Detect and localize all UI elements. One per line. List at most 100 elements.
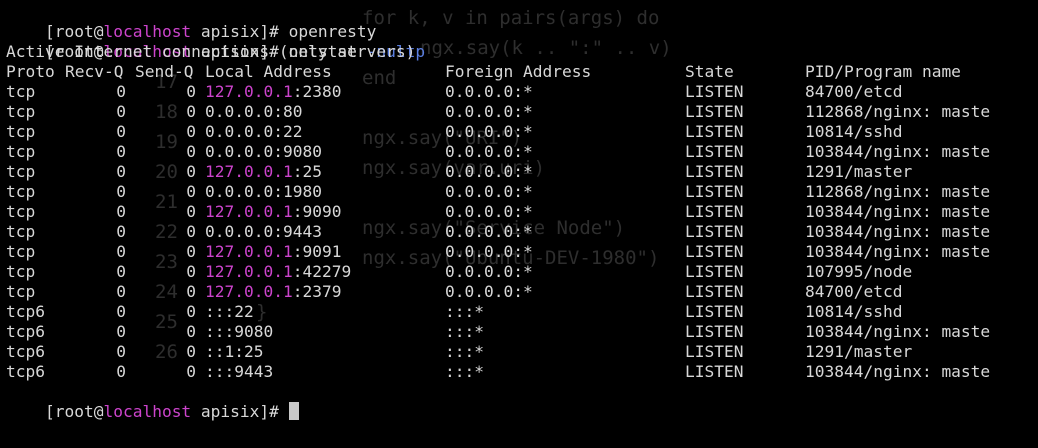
table-row: tcp 0 0 127.0.0.1:2380 0.0.0.0:* LISTEN 84700/… <box>6 82 1036 102</box>
header-state: State <box>685 62 734 81</box>
table-row: tcp 0 0 0.0.0.0:22 0.0.0.0:* LISTEN 10814/sshd <box>6 122 1036 142</box>
cell-proto: tcp <box>6 102 36 121</box>
prompt-open: [root@ <box>44 402 104 421</box>
cell-proto: tcp <box>6 182 36 201</box>
header-local-address: Local Address <box>205 62 332 81</box>
cell-pid-program: 1291/master <box>805 162 913 181</box>
terminal-window[interactable]: 17 18 19 20 21 22 23 24 25 26 for k, v in pairs(ar… <box>0 0 1038 448</box>
cell-proto: tcp <box>6 162 36 181</box>
cell-local-address: 127.0.0.1:9091 <box>205 242 341 262</box>
cell-proto: tcp6 <box>6 362 45 381</box>
cell-sendq: 0 <box>186 102 196 121</box>
loopback-ip: 127.0.0.1 <box>205 262 293 281</box>
cell-foreign-address: 0.0.0.0:* <box>445 222 533 241</box>
header-pid-program: PID/Program name <box>805 62 961 81</box>
cell-foreign-address: 0.0.0.0:* <box>445 122 533 141</box>
table-row: tcp6 0 0:::9443:::* LISTEN 103844/nginx: mas… <box>6 362 1036 382</box>
cell-state: LISTEN <box>685 162 744 181</box>
cell-recvq: 0 <box>116 162 126 181</box>
cell-recvq: 0 <box>116 262 126 281</box>
cell-local-address: 0.0.0.0:80 <box>205 102 302 122</box>
cell-foreign-address: 0.0.0.0:* <box>445 102 533 121</box>
cell-pid-program: 103844/nginx: maste <box>805 242 991 261</box>
address-port: :2380 <box>292 82 342 101</box>
cell-local-address: 127.0.0.1:42279 <box>205 262 351 282</box>
cell-pid-program: 103844/nginx: maste <box>805 362 991 381</box>
cell-local-address: 0.0.0.0:9080 <box>205 142 322 162</box>
cell-pid-program: 103844/nginx: maste <box>805 322 991 341</box>
cell-local-address: :::9443 <box>205 362 273 382</box>
cell-proto: tcp6 <box>6 322 45 341</box>
cell-foreign-address: 0.0.0.0:* <box>445 82 533 101</box>
cell-state: LISTEN <box>685 82 744 101</box>
cell-sendq: 0 <box>186 342 196 361</box>
prompt-host: localhost <box>103 402 192 421</box>
prompt-line-1: [root@localhost apisix]# openresty <box>6 2 376 41</box>
header-sendq: Send-Q <box>135 62 194 81</box>
cell-sendq: 0 <box>186 82 196 101</box>
cell-local-address: 127.0.0.1:2379 <box>205 282 341 302</box>
cell-state: LISTEN <box>685 362 744 381</box>
cell-recvq: 0 <box>116 302 126 321</box>
address-port: 0.0.0.0:80 <box>205 102 303 121</box>
cell-sendq: 0 <box>186 162 196 181</box>
prompt-close: apisix]# <box>191 402 289 421</box>
loopback-ip: 127.0.0.1 <box>205 162 293 181</box>
cell-recvq: 0 <box>116 82 126 101</box>
cell-proto: tcp <box>6 142 36 161</box>
address-port: :2379 <box>292 282 342 301</box>
cell-proto: tcp <box>6 242 36 261</box>
output-intro: Active Internet connections (only server… <box>6 42 416 61</box>
table-header: Proto Recv-Q Send-Q Local Address Foreig… <box>6 62 1036 82</box>
table-row: tcp 0 0 127.0.0.1:9091 0.0.0.0:* LISTEN 103844… <box>6 242 1036 262</box>
address-port: :25 <box>292 162 322 181</box>
address-port: 0.0.0.0:1980 <box>205 182 322 201</box>
cell-pid-program: 10814/sshd <box>805 122 903 141</box>
table-row: tcp 0 0 127.0.0.1:25 0.0.0.0:* LISTEN 1291/mas… <box>6 162 1036 182</box>
address-port: :::9080 <box>205 322 274 341</box>
table-row: tcp 0 0 0.0.0.0:9443 0.0.0.0:* LISTEN 103844/n… <box>6 222 1036 242</box>
cell-proto: tcp <box>6 82 36 101</box>
cell-proto: tcp <box>6 262 36 281</box>
cell-local-address: 127.0.0.1:25 <box>205 162 322 182</box>
cell-recvq: 0 <box>116 242 126 261</box>
cell-local-address: :::22 <box>205 302 254 322</box>
cell-foreign-address: :::* <box>445 322 484 341</box>
cell-state: LISTEN <box>685 142 744 161</box>
cell-sendq: 0 <box>186 242 196 261</box>
cell-recvq: 0 <box>116 142 126 161</box>
cell-state: LISTEN <box>685 302 744 321</box>
table-row: tcp 0 0 127.0.0.1:42279 0.0.0.0:* LISTEN 10799… <box>6 262 1036 282</box>
cell-proto: tcp <box>6 222 36 241</box>
cell-local-address: 127.0.0.1:9090 <box>205 202 341 222</box>
address-port: ::1:25 <box>205 342 264 361</box>
cell-state: LISTEN <box>685 122 744 141</box>
cell-pid-program: 84700/etcd <box>805 282 903 301</box>
cell-state: LISTEN <box>685 202 744 221</box>
cell-recvq: 0 <box>116 122 126 141</box>
cell-state: LISTEN <box>685 342 744 361</box>
cell-recvq: 0 <box>116 362 126 381</box>
cell-state: LISTEN <box>685 322 744 341</box>
cell-local-address: ::1:25 <box>205 342 263 362</box>
cell-pid-program: 112868/nginx: maste <box>805 182 991 201</box>
header-recvq: Recv-Q <box>65 62 124 81</box>
loopback-ip: 127.0.0.1 <box>205 282 293 301</box>
table-row: tcp 0 0 0.0.0.0:9080 0.0.0.0:* LISTEN 103844/n… <box>6 142 1036 162</box>
cell-foreign-address: 0.0.0.0:* <box>445 282 533 301</box>
table-row: tcp6 0 0::1:25:::* LISTEN 1291/master <box>6 342 1036 362</box>
cell-recvq: 0 <box>116 202 126 221</box>
cell-pid-program: 112868/nginx: maste <box>805 102 991 121</box>
cell-local-address: 0.0.0.0:9443 <box>205 222 322 242</box>
table-row: tcp 0 0 0.0.0.0:80 0.0.0.0:* LISTEN 112868/ngi… <box>6 102 1036 122</box>
cell-state: LISTEN <box>685 282 744 301</box>
cell-sendq: 0 <box>186 122 196 141</box>
cell-pid-program: 107995/node <box>805 262 913 281</box>
cell-pid-program: 103844/nginx: maste <box>805 222 991 241</box>
prompt-line-current[interactable]: [root@localhost apisix]# <box>6 382 299 421</box>
cursor-block <box>288 402 299 420</box>
cell-state: LISTEN <box>685 182 744 201</box>
cell-sendq: 0 <box>186 222 196 241</box>
cell-local-address: :::9080 <box>205 322 273 342</box>
header-proto: Proto <box>6 62 55 81</box>
